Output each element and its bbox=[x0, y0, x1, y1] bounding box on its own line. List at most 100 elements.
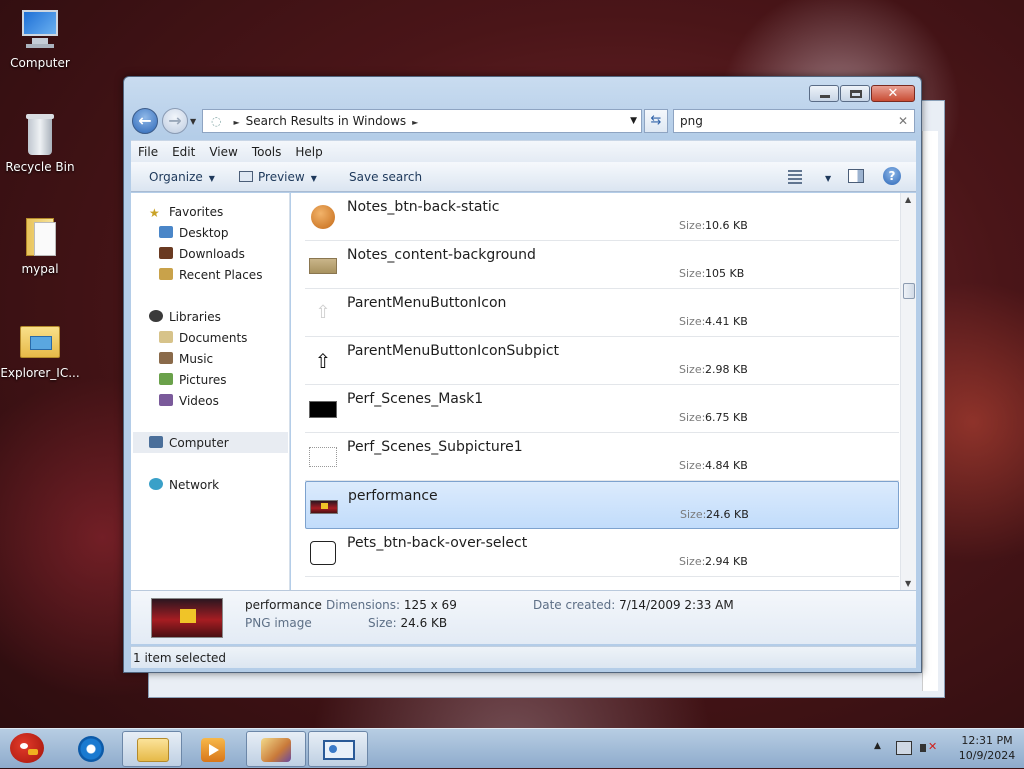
system-tray: ▲ ✕ 12:31 PM 10/9/2024 bbox=[864, 729, 1024, 769]
taskbar-control-panel-button[interactable] bbox=[308, 731, 368, 767]
chevron-down-icon: ▼ bbox=[825, 174, 832, 183]
control-panel-icon bbox=[323, 740, 355, 760]
organize-label: Organize bbox=[149, 170, 203, 184]
videos-icon bbox=[159, 394, 173, 406]
breadcrumb-separator-icon[interactable]: ► bbox=[412, 118, 418, 127]
close-button[interactable]: ✕ bbox=[871, 85, 915, 102]
file-row[interactable]: ⇧ ParentMenuButtonIconSubpict Size: 2.98… bbox=[305, 337, 899, 385]
scrollbar-thumb[interactable] bbox=[903, 283, 915, 299]
scroll-down-icon[interactable]: ▼ bbox=[905, 579, 911, 588]
breadcrumb-search-results[interactable]: Search Results in Windows bbox=[246, 114, 407, 128]
address-dropdown-icon[interactable]: ▼ bbox=[630, 110, 637, 132]
desktop-icon-explorer-ic[interactable]: Explorer_IC... bbox=[0, 318, 80, 380]
menu-help[interactable]: Help bbox=[288, 141, 329, 163]
tan-panel-icon bbox=[309, 253, 337, 277]
nav-music[interactable]: Music bbox=[159, 351, 213, 367]
breadcrumb-separator-icon[interactable]: ► bbox=[233, 118, 239, 127]
menu-edit[interactable]: Edit bbox=[165, 141, 202, 163]
file-row[interactable]: Perf_Scenes_Mask1 Size: 6.75 KB bbox=[305, 385, 899, 433]
organize-button[interactable]: Organize ▼ bbox=[149, 162, 215, 194]
libraries-icon bbox=[149, 310, 163, 322]
taskbar: ▲ ✕ 12:31 PM 10/9/2024 bbox=[0, 728, 1024, 768]
volume-muted-icon[interactable]: ✕ bbox=[920, 740, 938, 756]
nav-computer[interactable]: Computer bbox=[149, 435, 229, 451]
network-tray-icon[interactable] bbox=[896, 741, 912, 755]
nav-libraries[interactable]: Libraries bbox=[149, 309, 221, 325]
show-hidden-icons-button[interactable]: ▲ bbox=[874, 741, 881, 751]
internet-explorer-button[interactable] bbox=[70, 732, 110, 766]
back-button[interactable]: ← bbox=[132, 108, 158, 134]
preview-button[interactable]: Preview ▼ bbox=[239, 162, 317, 194]
file-name: Pets_btn-back-over-select bbox=[347, 535, 528, 551]
recent-pages-dropdown[interactable]: ▼ bbox=[190, 117, 196, 126]
menu-bar: File Edit View Tools Help bbox=[131, 140, 916, 162]
nav-downloads[interactable]: Downloads bbox=[159, 246, 245, 262]
refresh-button[interactable]: ⇆ bbox=[644, 109, 668, 133]
help-icon[interactable]: ? bbox=[883, 167, 901, 185]
recent-places-icon bbox=[159, 268, 173, 280]
file-row-partial[interactable] bbox=[305, 577, 899, 590]
file-row[interactable]: Notes_content-background Size: 105 KB bbox=[305, 241, 899, 289]
pictures-icon bbox=[159, 373, 173, 385]
size-label: Size: bbox=[679, 555, 706, 568]
size-label: Size: bbox=[679, 315, 706, 328]
preview-icon bbox=[239, 171, 253, 182]
explorer-folder-icon bbox=[137, 738, 169, 762]
file-row[interactable]: Pets_btn-back-over-select Size: 2.94 KB bbox=[305, 529, 899, 577]
taskbar-media-player-button[interactable] bbox=[184, 731, 244, 767]
desktop-icon-label: Computer bbox=[10, 56, 70, 70]
menu-view[interactable]: View bbox=[202, 141, 244, 163]
view-dropdown[interactable]: ▼ bbox=[819, 162, 831, 194]
desktop-icon-recycle-bin[interactable]: Recycle Bin bbox=[0, 112, 80, 174]
address-bar[interactable]: ◌ ► Search Results in Windows ► ▼ bbox=[202, 109, 642, 133]
desktop-icon-label: mypal bbox=[21, 262, 59, 276]
computer-icon bbox=[149, 436, 163, 448]
clear-search-icon[interactable]: ✕ bbox=[898, 110, 908, 132]
menu-file[interactable]: File bbox=[131, 141, 165, 163]
change-view-icon[interactable] bbox=[788, 170, 802, 184]
orange-circle-icon bbox=[309, 205, 337, 229]
file-size: 2.98 KB bbox=[705, 363, 748, 376]
forward-button[interactable]: → bbox=[162, 108, 188, 134]
save-search-button[interactable]: Save search bbox=[349, 162, 422, 192]
desktop-icon-label: Explorer_IC... bbox=[0, 366, 80, 380]
nav-favorites[interactable]: ★ Favorites bbox=[149, 204, 223, 220]
clock[interactable]: 12:31 PM 10/9/2024 bbox=[952, 733, 1022, 763]
file-name: Perf_Scenes_Mask1 bbox=[347, 391, 484, 407]
forward-arrow-icon: → bbox=[168, 111, 182, 130]
search-input[interactable]: png ✕ bbox=[673, 109, 915, 133]
outlined-up-arrow-icon: ⇧ bbox=[314, 349, 332, 373]
scroll-up-icon[interactable]: ▲ bbox=[905, 195, 911, 204]
save-search-label: Save search bbox=[349, 170, 423, 184]
desktop-icon-computer[interactable]: Computer bbox=[0, 8, 80, 70]
nav-label: Network bbox=[169, 478, 220, 492]
black-rectangle-icon bbox=[309, 397, 337, 421]
file-row-selected[interactable]: performance Size: 24.6 KB bbox=[305, 481, 899, 529]
desktop-icon-mypal[interactable]: mypal bbox=[0, 214, 80, 276]
nav-videos[interactable]: Videos bbox=[159, 393, 219, 409]
nav-desktop[interactable]: Desktop bbox=[159, 225, 229, 241]
taskbar-explorer-button[interactable] bbox=[122, 731, 182, 767]
menu-tools[interactable]: Tools bbox=[245, 141, 289, 163]
preview-pane-icon[interactable] bbox=[848, 169, 864, 183]
dimensions-label: Dimensions: bbox=[326, 598, 401, 612]
nav-documents[interactable]: Documents bbox=[159, 330, 247, 346]
nav-label: Videos bbox=[179, 394, 219, 408]
minimize-button[interactable] bbox=[809, 85, 839, 102]
start-button[interactable] bbox=[4, 729, 48, 769]
navigation-pane: ★ Favorites Desktop Downloads Recent Plac… bbox=[131, 193, 290, 590]
file-row[interactable]: Perf_Scenes_Subpicture1 Size: 4.84 KB bbox=[305, 433, 899, 481]
file-name: ParentMenuButtonIcon bbox=[347, 295, 507, 311]
maximize-button[interactable] bbox=[840, 85, 870, 102]
nav-recent-places[interactable]: Recent Places bbox=[159, 267, 262, 283]
file-row[interactable]: Notes_btn-back-static Size: 10.6 KB bbox=[305, 193, 899, 241]
file-row[interactable]: ⇧ ParentMenuButtonIcon Size: 4.41 KB bbox=[305, 289, 899, 337]
background-window-scroll bbox=[922, 131, 938, 691]
taskbar-app-button[interactable] bbox=[246, 731, 306, 767]
nav-network[interactable]: Network bbox=[149, 477, 219, 493]
file-name: performance bbox=[348, 488, 438, 504]
vertical-scrollbar[interactable]: ▲ ▼ bbox=[900, 193, 916, 590]
file-size: 10.6 KB bbox=[705, 219, 748, 232]
nav-pictures[interactable]: Pictures bbox=[159, 372, 227, 388]
details-pane: performance PNG image Dimensions: 125 x … bbox=[131, 590, 916, 644]
